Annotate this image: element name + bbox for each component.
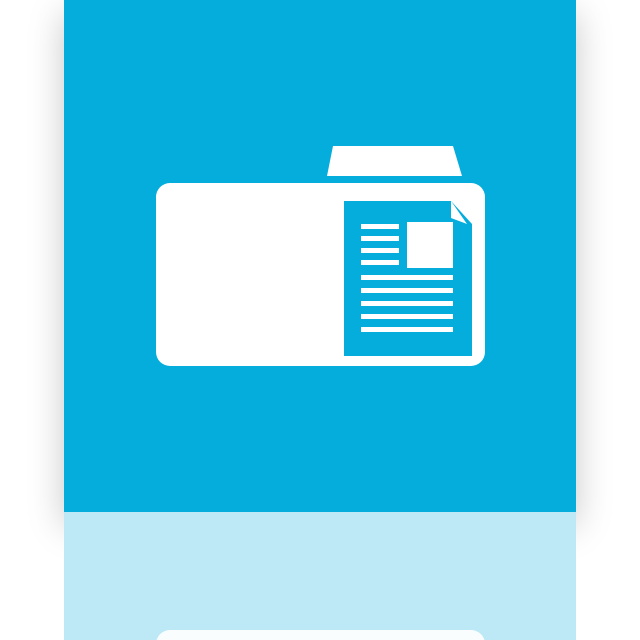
folder-document-icon xyxy=(156,146,485,366)
icon-canvas xyxy=(0,0,640,640)
folder-tab-shape xyxy=(327,146,462,176)
document-image-block xyxy=(407,222,453,268)
tile-reflection xyxy=(64,512,576,640)
folder-document-reflection-icon xyxy=(156,630,485,640)
app-tile[interactable] xyxy=(64,0,576,512)
